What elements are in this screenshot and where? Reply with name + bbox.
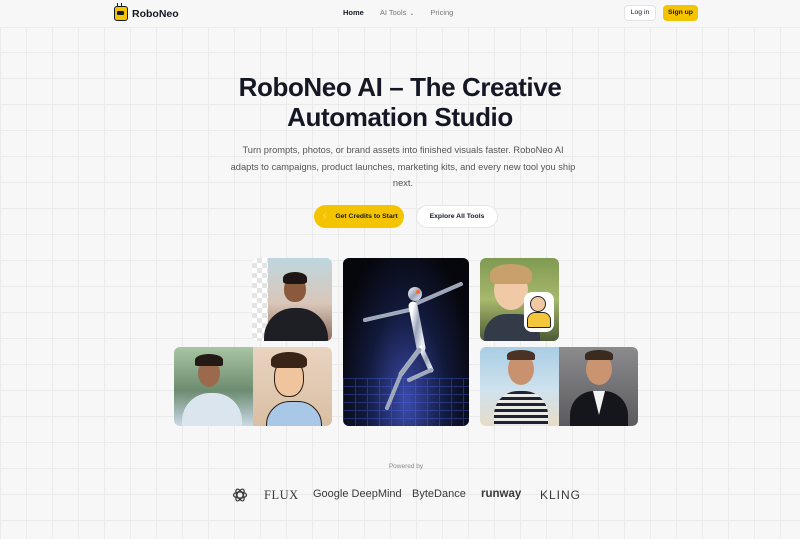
sticker-body [527,312,551,328]
cartoon-hair [271,352,307,368]
roboneo-logo-icon [114,3,128,21]
logo[interactable]: RoboNeo [114,3,179,21]
chrome-robot-figure [363,282,463,410]
powered-by-label: Powered by [388,463,424,470]
google-deepmind-logo: Google DeepMind [313,488,402,500]
partner-logos: FLUX Google DeepMind ByteDance runway KL… [232,485,592,505]
nav-ai-tools[interactable]: AI Tools ⌄ [380,8,415,17]
bytedance-logo: ByteDance [412,488,466,500]
headshot-example [480,347,638,426]
child-hair [490,264,532,284]
logo-text: RoboNeo [132,7,179,20]
chevron-down-icon: ⌄ [409,11,415,17]
nav-ai-tools-label: AI Tools [379,8,407,17]
person-hair [283,272,307,284]
sticker-example [480,258,559,341]
main-menu: Home AI Tools ⌄ Pricing [343,8,453,17]
robot-dancer-image [343,258,469,426]
hero-title: RoboNeo AI – The Creative Automation Stu… [200,72,600,132]
get-credits-button[interactable]: ⚡ Get Credits to Start [314,205,404,228]
hero-subtitle: Turn prompts, photos, or brand assets in… [230,145,576,188]
person-body [494,391,548,426]
explore-tools-button[interactable]: Explore All Tools [416,205,498,228]
nav-home[interactable]: Home [343,8,364,17]
person-hair [195,354,223,366]
cartoon-style-example [174,347,332,426]
hero-title-line-1: RoboNeo AI – The Creative [238,72,562,102]
login-button[interactable]: Log in [624,5,656,21]
openai-icon [232,488,248,502]
get-credits-label: Get Credits to Start [335,213,398,220]
background-removal-example [252,258,332,341]
top-nav: RoboNeo Home AI Tools ⌄ Pricing Log in Si… [0,0,800,28]
person-hair [585,350,613,360]
sticker-head [530,296,546,312]
runway-logo: runway [481,488,522,500]
kling-logo: KLING [540,488,582,502]
person-hair [507,350,535,360]
hero-title-line-2: Automation Studio [287,102,513,132]
lightning-icon: ⚡ [320,212,331,221]
flux-logo: FLUX [264,488,299,502]
nav-pricing[interactable]: Pricing [430,8,453,17]
signup-button[interactable]: Sign up [663,5,698,21]
